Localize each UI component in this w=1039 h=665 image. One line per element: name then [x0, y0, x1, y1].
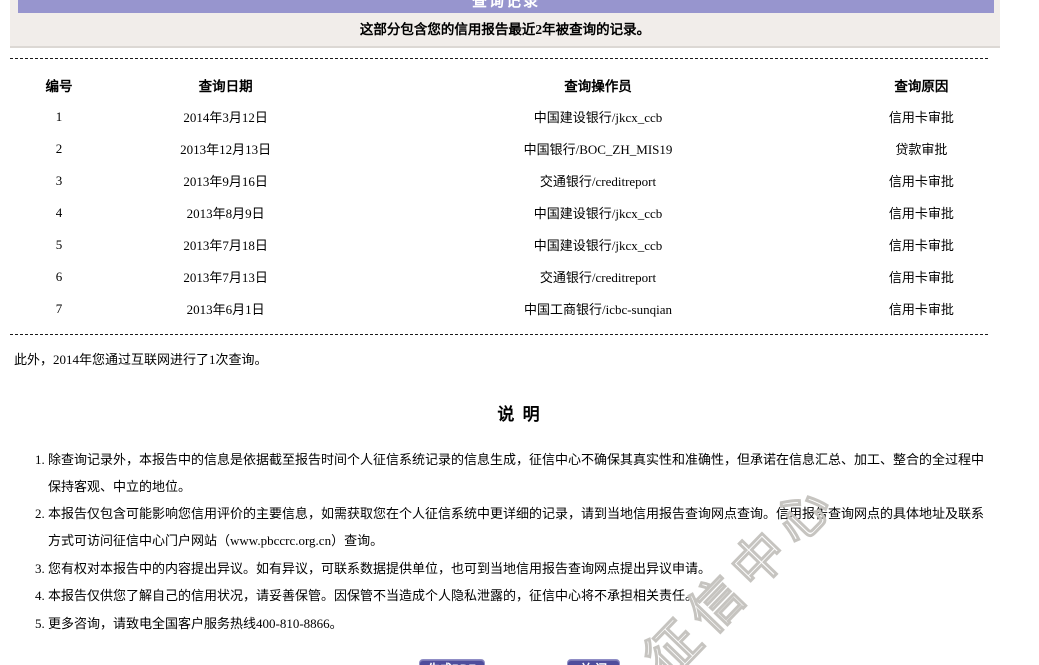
action-buttons: 生成PDF 关 闭 — [0, 659, 1039, 665]
cell-query-date: 2013年8月9日 — [108, 197, 343, 229]
close-button[interactable]: 关 闭 — [567, 659, 620, 665]
cell-query-operator: 中国建设银行/jkcx_ccb — [343, 101, 853, 133]
cell-query-operator: 中国银行/BOC_ZH_MIS19 — [343, 133, 853, 165]
table-row: 2 2013年12月13日 中国银行/BOC_ZH_MIS19 贷款审批 — [10, 133, 990, 165]
dashed-separator-bottom — [10, 334, 988, 335]
cell-query-reason: 信用卡审批 — [853, 197, 990, 229]
cell-number: 5 — [10, 229, 108, 261]
cell-query-operator: 中国建设银行/jkcx_ccb — [343, 197, 853, 229]
cell-query-date: 2013年6月1日 — [108, 293, 343, 325]
query-records-table: 编号 查询日期 查询操作员 查询原因 1 2014年3月12日 中国建设银行/j… — [10, 67, 990, 325]
cell-query-reason: 信用卡审批 — [853, 101, 990, 133]
note-item: 您有权对本报告中的内容提出异议。如有异议，可联系数据提供单位，也可到当地信用报告… — [48, 556, 995, 583]
cell-query-reason: 信用卡审批 — [853, 165, 990, 197]
cell-query-reason: 信用卡审批 — [853, 293, 990, 325]
note-item: 本报告仅供您了解自己的信用状况，请妥善保管。因保管不当造成个人隐私泄露的，征信中… — [48, 583, 995, 610]
cell-query-date: 2013年7月13日 — [108, 261, 343, 293]
table-row: 4 2013年8月9日 中国建设银行/jkcx_ccb 信用卡审批 — [10, 197, 990, 229]
cell-query-date: 2013年12月13日 — [108, 133, 343, 165]
cell-number: 2 — [10, 133, 108, 165]
notes-list: 除查询记录外，本报告中的信息是依据截至报告时间个人征信系统记录的信息生成，征信中… — [0, 447, 995, 637]
cell-query-reason: 贷款审批 — [853, 133, 990, 165]
table-row: 5 2013年7月18日 中国建设银行/jkcx_ccb 信用卡审批 — [10, 229, 990, 261]
note-item: 本报告仅包含可能影响您信用评价的主要信息，如需获取您在个人征信系统中更详细的记录… — [48, 501, 995, 554]
cell-query-date: 2013年9月16日 — [108, 165, 343, 197]
generate-pdf-button[interactable]: 生成PDF — [419, 659, 485, 665]
note-item: 除查询记录外，本报告中的信息是依据截至报告时间个人征信系统记录的信息生成，征信中… — [48, 447, 995, 500]
cell-query-operator: 交通银行/creditreport — [343, 261, 853, 293]
col-header-number: 编号 — [10, 67, 108, 101]
cell-query-reason: 信用卡审批 — [853, 261, 990, 293]
cell-number: 1 — [10, 101, 108, 133]
page-title: 查询记录 — [18, 0, 994, 11]
col-header-query-operator: 查询操作员 — [343, 67, 853, 101]
cell-query-operator: 中国建设银行/jkcx_ccb — [343, 229, 853, 261]
cell-query-date: 2013年7月18日 — [108, 229, 343, 261]
table-header-row: 编号 查询日期 查询操作员 查询原因 — [10, 67, 990, 101]
section-header-panel: 查询记录 这部分包含您的信用报告最近2年被查询的记录。 — [10, 0, 1000, 48]
internet-query-note: 此外，2014年您通过互联网进行了1次查询。 — [14, 349, 1039, 368]
note-item: 更多咨询，请致电全国客户服务热线400-810-8866。 — [48, 611, 995, 638]
cell-query-operator: 中国工商银行/icbc-sunqian — [343, 293, 853, 325]
cell-number: 6 — [10, 261, 108, 293]
cell-number: 3 — [10, 165, 108, 197]
cell-query-operator: 交通银行/creditreport — [343, 165, 853, 197]
dashed-separator-top — [10, 58, 988, 59]
table-row: 3 2013年9月16日 交通银行/creditreport 信用卡审批 — [10, 165, 990, 197]
col-header-query-reason: 查询原因 — [853, 67, 990, 101]
table-row: 1 2014年3月12日 中国建设银行/jkcx_ccb 信用卡审批 — [10, 101, 990, 133]
cell-number: 7 — [10, 293, 108, 325]
cell-query-reason: 信用卡审批 — [853, 229, 990, 261]
section-title-bar: 查询记录 — [18, 0, 994, 13]
credit-report-query-records-page: 查询记录 这部分包含您的信用报告最近2年被查询的记录。 编号 查询日期 查询操作… — [0, 0, 1039, 665]
cell-query-date: 2014年3月12日 — [108, 101, 343, 133]
section-subtitle: 这部分包含您的信用报告最近2年被查询的记录。 — [10, 13, 1000, 46]
table-row: 7 2013年6月1日 中国工商银行/icbc-sunqian 信用卡审批 — [10, 293, 990, 325]
table-row: 6 2013年7月13日 交通银行/creditreport 信用卡审批 — [10, 261, 990, 293]
col-header-query-date: 查询日期 — [108, 67, 343, 101]
cell-number: 4 — [10, 197, 108, 229]
notes-heading: 说 明 — [0, 400, 1039, 425]
